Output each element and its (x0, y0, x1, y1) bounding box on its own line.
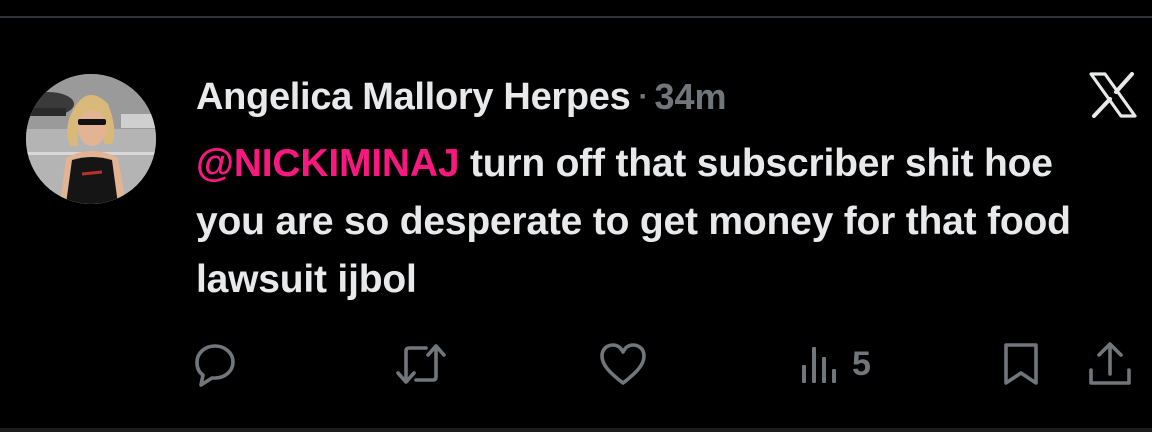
separator-dot: · (638, 80, 649, 113)
x-logo-icon[interactable] (1088, 72, 1138, 118)
mention-link[interactable]: @NICKIMINAJ (196, 142, 460, 185)
avatar[interactable] (26, 74, 156, 204)
bookmark-icon (1000, 341, 1042, 387)
views-count: 5 (852, 344, 871, 383)
action-bar: 5 (0, 336, 1152, 396)
like-icon (598, 341, 648, 387)
bookmark-button[interactable] (1000, 336, 1042, 392)
tweet-header: Angelica Mallory Herpes · 34m (196, 70, 727, 124)
reply-icon (192, 341, 238, 387)
share-button[interactable] (1086, 336, 1134, 392)
author-name[interactable]: Angelica Mallory Herpes (196, 76, 631, 119)
bottom-divider (0, 428, 1152, 432)
timestamp[interactable]: 34m (654, 76, 726, 118)
retweet-icon (394, 341, 448, 387)
reply-button[interactable] (192, 336, 238, 392)
like-button[interactable] (598, 336, 648, 392)
retweet-button[interactable] (394, 336, 448, 392)
views-icon (800, 341, 840, 387)
tweet-text: @NICKIMINAJ turn off that subscriber shi… (196, 135, 1126, 309)
top-divider (0, 16, 1152, 18)
share-icon (1086, 340, 1134, 388)
avatar-photo (26, 74, 156, 204)
views-button[interactable]: 5 (800, 336, 871, 392)
